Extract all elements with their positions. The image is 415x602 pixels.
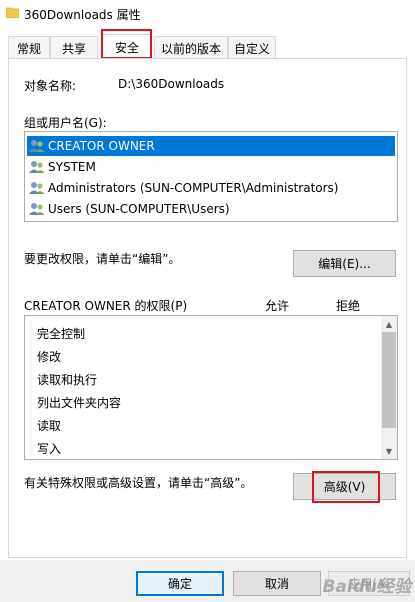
users-group-icon [29, 140, 45, 152]
list-item: 读取 [37, 419, 62, 433]
edit-button[interactable]: 编辑(E)... [293, 250, 396, 277]
title-bar: 360Downloads 属性 [0, 0, 415, 28]
tab-sharing[interactable]: 共享 [50, 36, 98, 59]
tab-customize[interactable]: 自定义 [228, 36, 276, 59]
list-item[interactable]: CREATOR OWNER [27, 136, 395, 156]
list-item: 修改 [37, 350, 62, 364]
advanced-button-highlight [312, 471, 380, 503]
scroll-up-icon[interactable]: ▲ [381, 316, 397, 332]
users-group-icon [29, 203, 45, 215]
users-list[interactable]: CREATOR OWNER SYSTEM Administrators (SUN… [24, 131, 398, 222]
user-name: Administrators (SUN-COMPUTER\Administrat… [48, 181, 339, 195]
list-item: 读取和执行 [37, 373, 98, 387]
list-item: 列出文件夹内容 [37, 396, 122, 410]
users-group-icon [29, 182, 45, 194]
object-name-value: D:\360Downloads [118, 77, 225, 91]
tab-general[interactable]: 常规 [8, 36, 50, 59]
permissions-header: CREATOR OWNER 的权限(P) [24, 299, 188, 313]
user-name: SYSTEM [48, 160, 96, 174]
users-group-icon [29, 161, 45, 173]
watermark: Baidu经验 [322, 577, 411, 597]
list-item: 完全控制 [37, 327, 86, 341]
user-name: Users (SUN-COMPUTER\Users) [48, 202, 230, 216]
scroll-thumb[interactable] [382, 332, 396, 428]
folder-icon [6, 7, 19, 18]
ok-button[interactable]: 确定 [136, 571, 224, 596]
group-or-user-label: 组或用户名(G): [24, 116, 107, 130]
scroll-down-icon[interactable]: ▼ [381, 443, 397, 459]
edit-hint: 要更改权限，请单击“编辑”。 [24, 252, 181, 266]
cancel-button[interactable]: 取消 [233, 571, 321, 596]
permissions-list[interactable]: 完全控制 修改 读取和执行 列出文件夹内容 读取 写入 ▲ ▼ [24, 315, 398, 460]
user-name: CREATOR OWNER [48, 139, 155, 153]
allow-header: 允许 [265, 299, 290, 313]
tab-previous-versions[interactable]: 以前的版本 [154, 36, 228, 59]
list-item[interactable]: Administrators (SUN-COMPUTER\Administrat… [27, 178, 395, 198]
window-title: 360Downloads 属性 [24, 8, 141, 22]
advanced-hint: 有关特殊权限或高级设置，请单击“高级”。 [24, 476, 253, 490]
list-item[interactable]: Users (SUN-COMPUTER\Users) [27, 199, 395, 219]
list-item[interactable]: SYSTEM [27, 157, 395, 177]
list-item: 写入 [37, 442, 62, 456]
tab-security-highlight [101, 29, 152, 59]
deny-header: 拒绝 [336, 299, 361, 313]
object-name-label: 对象名称: [24, 79, 77, 93]
permissions-scrollbar[interactable]: ▲ ▼ [381, 316, 397, 459]
